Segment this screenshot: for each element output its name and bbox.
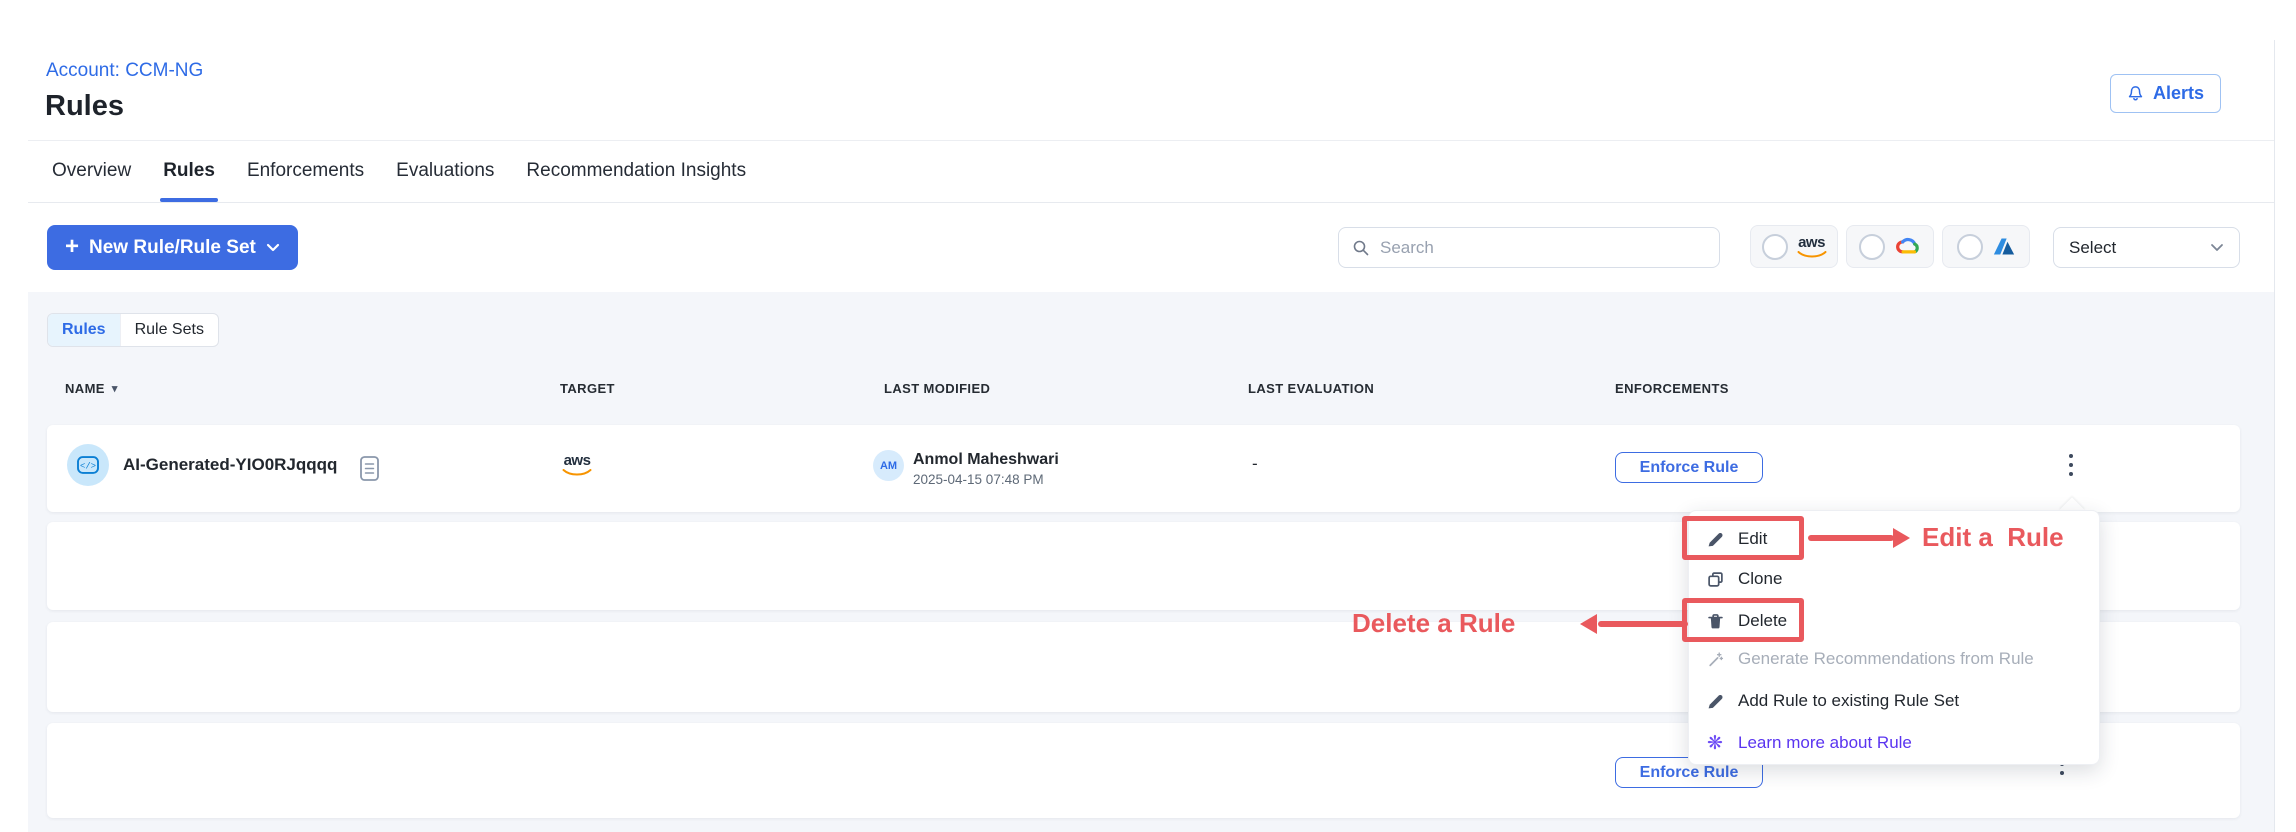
tab-enforcements[interactable]: Enforcements bbox=[247, 160, 364, 186]
menu-item-label: Learn more about Rule bbox=[1738, 733, 1912, 753]
select-dropdown[interactable]: Select bbox=[2053, 227, 2240, 268]
column-header-last-evaluation: LAST EVALUATION bbox=[1248, 381, 1374, 396]
tab-recommendation-insights[interactable]: Recommendation Insights bbox=[526, 160, 746, 186]
menu-item-label: Generate Recommendations from Rule bbox=[1738, 649, 2034, 669]
provider-toggle-azure[interactable] bbox=[1942, 225, 2030, 268]
modified-by: Anmol Maheshwari bbox=[913, 451, 1059, 469]
row-menu-kebab-icon[interactable] bbox=[2063, 452, 2079, 478]
radio-aws[interactable] bbox=[1762, 234, 1788, 260]
rule-name: AI-Generated-YIO0RJqqqq bbox=[123, 455, 337, 475]
aida-flower-icon: ❋ bbox=[1705, 734, 1725, 753]
new-rule-label: New Rule/Rule Set bbox=[89, 237, 256, 259]
view-toggle-rule-sets[interactable]: Rule Sets bbox=[120, 314, 218, 346]
edit-highlight-box bbox=[1682, 516, 1804, 560]
column-header-enforcements: ENFORCEMENTS bbox=[1615, 381, 1729, 396]
column-header-target: TARGET bbox=[560, 381, 615, 396]
column-header-last-modified: LAST MODIFIED bbox=[884, 381, 990, 396]
tab-evaluations[interactable]: Evaluations bbox=[396, 160, 494, 186]
column-name-label: NAME bbox=[65, 381, 105, 396]
svg-text:</>: </> bbox=[80, 462, 96, 472]
tabs-divider bbox=[28, 202, 2274, 203]
bell-icon bbox=[2127, 85, 2144, 102]
search-box[interactable] bbox=[1338, 227, 1720, 268]
delete-annotation-label: Delete a Rule bbox=[1352, 608, 1515, 639]
view-toggle-rules[interactable]: Rules bbox=[48, 314, 120, 346]
delete-arrow-head-icon bbox=[1580, 614, 1597, 634]
menu-item-learn-more[interactable]: ❋ Learn more about Rule bbox=[1705, 729, 2087, 757]
radio-gcp[interactable] bbox=[1859, 234, 1885, 260]
provider-toggle-gcp[interactable] bbox=[1846, 225, 1934, 268]
enforce-rule-button[interactable]: Enforce Rule bbox=[1615, 452, 1763, 483]
modified-at: 2025-04-15 07:48 PM bbox=[913, 472, 1044, 487]
sort-caret-icon[interactable]: ▾ bbox=[112, 382, 118, 395]
plus-icon: + bbox=[65, 235, 79, 259]
new-rule-button[interactable]: + New Rule/Rule Set bbox=[47, 225, 298, 270]
edit-arrow-head-icon bbox=[1893, 528, 1910, 548]
pencil-icon bbox=[1705, 693, 1725, 710]
menu-item-clone[interactable]: Clone bbox=[1705, 565, 2087, 593]
alerts-label: Alerts bbox=[2153, 83, 2204, 104]
alerts-button[interactable]: Alerts bbox=[2110, 74, 2221, 113]
breadcrumb[interactable]: Account: CCM-NG bbox=[46, 60, 203, 82]
aws-logo-icon: aws bbox=[1797, 235, 1827, 258]
menu-item-generate-recommendations: Generate Recommendations from Rule bbox=[1705, 645, 2087, 673]
chevron-down-icon bbox=[266, 242, 280, 253]
delete-highlight-box bbox=[1682, 598, 1804, 642]
page-title: Rules bbox=[45, 90, 124, 123]
rule-code-icon: </> bbox=[76, 455, 100, 475]
azure-logo-icon bbox=[1992, 237, 2016, 256]
radio-azure[interactable] bbox=[1957, 234, 1983, 260]
tab-bar: Overview Rules Enforcements Evaluations … bbox=[52, 160, 746, 186]
provider-toggle-aws[interactable]: aws bbox=[1750, 225, 1838, 268]
avatar: AM bbox=[873, 450, 904, 481]
column-header-name[interactable]: NAME ▾ bbox=[65, 381, 118, 396]
edit-arrow-line bbox=[1808, 535, 1894, 541]
search-input[interactable] bbox=[1380, 238, 1706, 258]
page-right-border bbox=[2274, 40, 2275, 832]
menu-item-add-rule-to-rule-set[interactable]: Add Rule to existing Rule Set bbox=[1705, 687, 2087, 715]
tab-overview[interactable]: Overview bbox=[52, 160, 131, 186]
wand-icon bbox=[1705, 651, 1725, 668]
menu-item-label: Clone bbox=[1738, 569, 1782, 589]
select-value: Select bbox=[2069, 238, 2116, 258]
table-row[interactable]: </> AI-Generated-YIO0RJqqqq aws AM Anmol… bbox=[47, 425, 2240, 512]
tab-rules[interactable]: Rules bbox=[163, 160, 215, 186]
search-icon bbox=[1352, 239, 1370, 257]
clone-icon bbox=[1705, 571, 1725, 588]
view-toggle: Rules Rule Sets bbox=[47, 313, 219, 347]
chevron-down-icon bbox=[2210, 242, 2224, 253]
header-divider bbox=[28, 140, 2274, 141]
gcp-logo-icon bbox=[1894, 237, 1922, 257]
last-evaluation-value: - bbox=[1252, 454, 1258, 474]
rule-description-icon[interactable] bbox=[360, 456, 379, 481]
target-aws-logo-icon: aws bbox=[562, 453, 592, 476]
rule-avatar: </> bbox=[67, 444, 109, 486]
menu-item-label: Add Rule to existing Rule Set bbox=[1738, 691, 1959, 711]
delete-arrow-line bbox=[1598, 621, 1688, 627]
edit-annotation-label: Edit a Rule bbox=[1922, 522, 2064, 553]
